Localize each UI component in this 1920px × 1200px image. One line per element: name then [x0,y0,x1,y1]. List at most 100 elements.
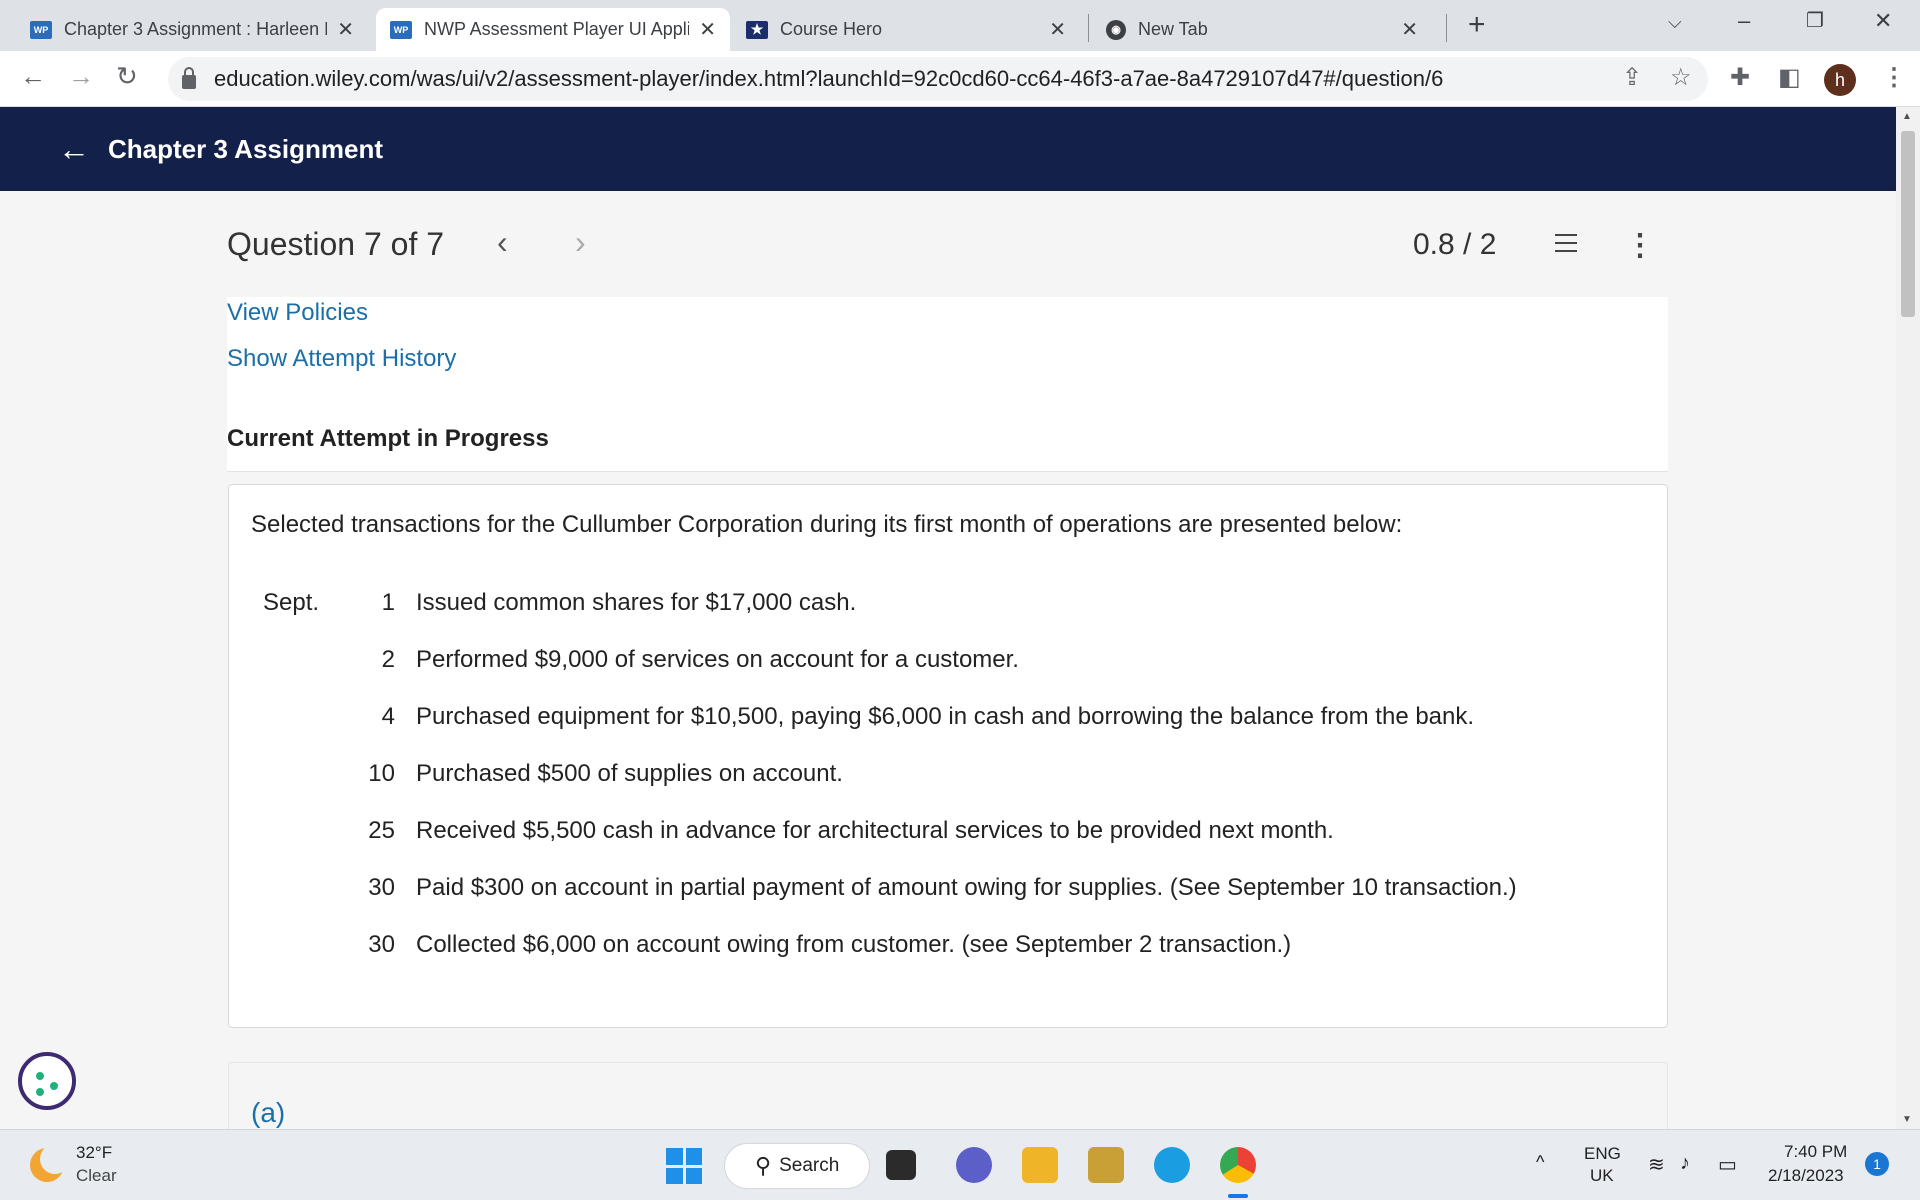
new-tab-plus-icon[interactable]: + [1468,8,1486,42]
transaction-row: Sept. 1 Issued common shares for $17,000… [229,589,1669,629]
transaction-day: 30 [368,874,395,901]
question-intro: Selected transactions for the Cullumber … [251,511,1403,538]
windows-start-icon[interactable] [666,1148,702,1184]
file-explorer-icon[interactable] [1022,1147,1058,1183]
lock-icon [182,67,196,89]
microsoft-store-icon[interactable] [1088,1147,1124,1183]
tab-separator [1088,14,1089,42]
volume-icon[interactable]: ♪ [1680,1152,1690,1175]
attempt-panel: View Policies Show Attempt History Curre… [227,297,1668,472]
tab-separator [1446,14,1447,42]
task-view-icon[interactable] [886,1150,916,1180]
browser-tab-new-tab[interactable]: ◉ New Tab ✕ [1092,8,1432,51]
browser-tab-bar: WP Chapter 3 Assignment : Harleen K ✕ WP… [0,0,1920,51]
scrollbar-thumb[interactable] [1901,131,1915,317]
browser-tab-nwp-player[interactable]: WP NWP Assessment Player UI Appli ✕ [376,8,730,51]
teams-chat-icon[interactable] [956,1147,992,1183]
scroll-up-icon[interactable]: ▲ [1902,111,1912,122]
weather-condition[interactable]: Clear [76,1166,117,1186]
show-attempt-history-link[interactable]: Show Attempt History [227,345,456,373]
tab-search-chevron-icon[interactable]: ⌵ [1668,12,1682,33]
current-attempt-heading: Current Attempt in Progress [227,425,549,452]
address-bar[interactable]: education.wiley.com/was/ui/v2/assessment… [168,57,1708,101]
moon-weather-icon[interactable] [30,1144,70,1182]
tab-title: Course Hero [780,19,883,39]
more-options-icon[interactable]: ⋮ [1625,228,1655,263]
app-header: ← Chapter 3 Assignment [0,107,1896,191]
tab-title: Chapter 3 Assignment : Harleen K [64,19,328,39]
wp-favicon-icon: WP [390,20,412,39]
clock-date[interactable]: 2/18/2023 [1768,1166,1844,1186]
next-question-chevron-icon[interactable]: › [575,224,586,261]
transaction-day: 4 [381,703,395,730]
chrome-taskbar-icon[interactable] [1220,1147,1256,1183]
back-arrow-icon[interactable]: ← [20,61,46,92]
transaction-description: Performed $9,000 of services on account … [416,646,1019,673]
course-hero-star-icon: ★ [746,20,768,39]
question-title: Question 7 of 7 [227,226,445,262]
minimize-icon[interactable]: – [1738,8,1750,34]
clock-time[interactable]: 7:40 PM [1784,1142,1847,1162]
close-tab-icon[interactable]: ✕ [337,17,354,42]
browser-tab-chapter-3[interactable]: WP Chapter 3 Assignment : Harleen K ✕ [16,8,368,51]
weather-temperature[interactable]: 32°F [76,1143,112,1163]
tray-overflow-chevron-icon[interactable]: ^ [1536,1152,1544,1173]
profile-avatar[interactable]: h [1824,64,1856,96]
transaction-row: 30 Paid $300 on account in partial payme… [229,874,1669,914]
wp-favicon-icon: WP [30,20,52,39]
question-header: Question 7 of 7 ‹ › 0.8 / 2 ⋮ [227,222,1667,268]
transaction-day: 2 [381,646,395,673]
close-tab-icon[interactable]: ✕ [1401,17,1418,42]
tab-title: New Tab [1138,19,1208,39]
scroll-down-icon[interactable]: ▼ [1902,1114,1912,1125]
question-score: 0.8 / 2 [1413,228,1497,261]
question-list-icon[interactable] [1547,230,1577,258]
wifi-icon[interactable]: ≋ [1648,1152,1665,1177]
assignment-title[interactable]: Chapter 3 Assignment [108,134,383,165]
transaction-row: 30 Collected $6,000 on account owing fro… [229,931,1669,971]
question-card: Selected transactions for the Cullumber … [228,484,1668,1028]
extensions-puzzle-icon[interactable]: ✚ [1730,63,1750,92]
taskbar-search-label: Search [779,1155,840,1176]
taskbar-search[interactable]: ⚲ Search [724,1143,870,1189]
notification-badge[interactable]: 1 [1865,1152,1889,1176]
browser-tab-course-hero[interactable]: ★ Course Hero ✕ [732,8,1080,51]
close-tab-icon[interactable]: ✕ [699,17,716,42]
url-text[interactable]: education.wiley.com/was/ui/v2/assessment… [214,66,1443,92]
page-scrollbar[interactable]: ▲ ▼ [1896,107,1920,1129]
language-top[interactable]: ENG [1584,1144,1621,1164]
transaction-day: 30 [368,931,395,958]
browser-menu-icon[interactable]: ⋮ [1882,63,1906,92]
transaction-day: 25 [368,817,395,844]
restore-icon[interactable]: ❐ [1806,8,1824,33]
transaction-description: Purchased $500 of supplies on account. [416,760,843,787]
divider [227,471,1668,472]
bookmark-star-icon[interactable]: ☆ [1670,63,1692,92]
edge-browser-icon[interactable] [1154,1147,1190,1183]
transaction-month: Sept. [263,589,320,616]
tab-title: NWP Assessment Player UI Appli [424,19,690,39]
language-bottom[interactable]: UK [1590,1166,1614,1186]
transaction-description: Received $5,500 cash in advance for arch… [416,817,1334,844]
close-tab-icon[interactable]: ✕ [1049,17,1066,42]
previous-question-chevron-icon[interactable]: ‹ [497,224,508,261]
search-icon: ⚲ [755,1153,772,1178]
transaction-row: 4 Purchased equipment for $10,500, payin… [229,703,1669,743]
transaction-row: 25 Received $5,500 cash in advance for a… [229,817,1669,857]
cookie-settings-icon[interactable] [18,1052,76,1110]
reload-icon[interactable]: ↻ [116,61,138,92]
battery-icon[interactable]: ▭ [1718,1152,1737,1177]
windows-taskbar: 32°F Clear ⚲ Search ^ ENG UK ≋ ♪ ▭ 7:40 … [0,1129,1920,1200]
transaction-row: 10 Purchased $500 of supplies on account… [229,760,1669,800]
window-close-icon[interactable]: ✕ [1874,8,1892,34]
transaction-description: Issued common shares for $17,000 cash. [416,589,857,616]
view-policies-link[interactable]: View Policies [227,299,368,327]
transaction-description: Collected $6,000 on account owing from c… [416,931,1292,958]
transaction-row: 2 Performed $9,000 of services on accoun… [229,646,1669,686]
transaction-description: Paid $300 on account in partial payment … [416,874,1517,901]
side-panel-icon[interactable]: ◧ [1778,63,1801,92]
forward-arrow-icon[interactable]: → [68,61,94,92]
active-app-indicator [1228,1194,1248,1198]
share-icon[interactable]: ⇪ [1622,63,1642,92]
back-arrow-icon[interactable]: ← [58,131,90,168]
